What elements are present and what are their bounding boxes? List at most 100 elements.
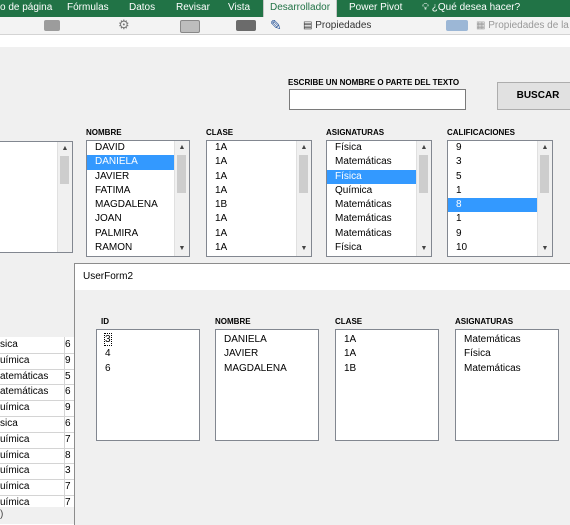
asignaturas-scrollbar[interactable]: ▲ ▼ [416,141,431,256]
list-item[interactable]: DAVID [87,141,174,155]
list-item-selected[interactable]: Física [327,169,416,184]
tab-page-layout[interactable]: o de página [0,0,52,17]
list-item[interactable]: Física [456,347,558,361]
table-row[interactable]: uímica 7 [0,479,74,496]
scroll-down-icon[interactable]: ▼ [175,242,189,256]
partial-list-box[interactable]: ▲ [0,141,73,253]
list-item[interactable]: 1B [207,198,296,212]
scroll-up-icon[interactable]: ▲ [58,142,72,156]
list-item[interactable]: Química [327,184,416,198]
uf-asignaturas-list-box[interactable]: Matemáticas Física Matemáticas [455,329,559,441]
table-row[interactable]: atemáticas 5 [0,368,74,386]
list-item[interactable]: 1A [207,155,296,169]
scroll-thumb[interactable] [540,155,549,193]
grade-cell[interactable]: 9 [65,400,74,416]
list-item[interactable]: Matemáticas [327,227,416,241]
grade-cell[interactable]: 7 [65,432,74,448]
subject-cell[interactable]: uímica [0,352,65,369]
list-item[interactable]: Matemáticas [327,155,416,169]
list-item[interactable]: 5 [448,170,537,184]
list-item-focused[interactable]: 3 [97,333,199,347]
subject-cell[interactable]: uímica [0,479,65,495]
list-item[interactable]: MAGDALENA [87,198,174,212]
clase-scrollbar[interactable]: ▲ ▼ [296,141,311,256]
subject-cell[interactable]: atemáticas [0,384,65,401]
map-properties-button[interactable]: ▦ Propiedades de la a [476,20,570,31]
grade-cell[interactable]: 6 [65,416,74,432]
list-item[interactable]: 1A [207,227,296,241]
grade-cell[interactable]: 7 [65,479,74,495]
list-item[interactable]: 10 [448,241,537,255]
list-item[interactable]: 9 [448,227,537,241]
gear-icon[interactable]: ⚙ [118,17,130,33]
search-input[interactable] [289,89,466,110]
scroll-down-icon[interactable]: ▼ [417,242,431,256]
scroll-up-icon[interactable]: ▲ [297,141,311,155]
list-item[interactable]: Matemáticas [456,333,558,347]
subject-cell[interactable]: uímica [0,400,65,416]
search-button[interactable]: BUSCAR [497,82,570,110]
table-row[interactable]: uímica 3 [0,463,74,481]
asignaturas-list-box[interactable]: Física Matemáticas Física Química Matemá… [326,140,432,257]
scroll-thumb[interactable] [419,155,428,193]
subject-cell[interactable]: atemáticas [0,368,65,385]
list-item[interactable]: JAVIER [87,170,174,184]
list-item[interactable]: FATIMA [87,184,174,198]
list-item[interactable]: 9 [448,141,537,155]
scroll-down-icon[interactable]: ▼ [538,242,552,256]
design-mode-icon[interactable]: ✎ [270,17,282,34]
grade-cell[interactable]: 9 [65,353,74,369]
list-item[interactable]: 1A [336,333,438,347]
list-item[interactable]: RAMON [87,241,174,255]
list-item[interactable]: 1A [207,170,296,184]
list-item[interactable]: 1A [207,184,296,198]
subject-cell[interactable]: sica [0,416,65,432]
list-item[interactable]: MAGDALENA [216,362,318,376]
scroll-down-icon[interactable]: ▼ [297,242,311,256]
list-item[interactable]: 1A [207,212,296,226]
list-item[interactable]: 6 [97,362,199,376]
uf-nombre-list-box[interactable]: DANIELA JAVIER MAGDALENA [215,329,319,441]
subject-cell[interactable]: uímica [0,431,65,448]
view-code-icon[interactable] [180,20,200,33]
list-item-selected[interactable]: 8 [448,198,537,213]
grade-cell[interactable]: 5 [65,369,74,385]
scroll-up-icon[interactable]: ▲ [417,141,431,155]
grade-cell[interactable]: 8 [65,448,74,464]
clase-list-box[interactable]: 1A 1A 1A 1A 1B 1A 1A 1A ▲ ▼ [206,140,312,257]
table-row[interactable]: uímica 8 [0,447,74,465]
scroll-thumb[interactable] [60,156,69,184]
grade-cell[interactable]: 6 [65,384,74,400]
scroll-up-icon[interactable]: ▲ [538,141,552,155]
toolbox-icon[interactable] [236,20,256,31]
list-item[interactable]: 3 [448,155,537,169]
list-item[interactable]: Matemáticas [327,198,416,212]
table-row[interactable]: uímica 7 [0,431,74,449]
list-item[interactable]: 4 [97,347,199,361]
list-item[interactable]: JOAN [87,212,174,226]
scroll-up-icon[interactable]: ▲ [175,141,189,155]
list-item[interactable]: 1 [448,212,537,226]
list-item-selected[interactable]: DANIELA [87,155,174,170]
table-row[interactable]: sica 6 [0,416,74,433]
tab-view[interactable]: Vista [228,0,250,17]
subject-cell[interactable]: sica [0,337,65,353]
properties-button[interactable]: ▤ Propiedades [303,20,371,31]
list-item[interactable]: 1 [448,184,537,198]
tab-developer[interactable]: Desarrollador [263,0,338,17]
partial-list-scrollbar[interactable]: ▲ [57,142,72,252]
calificaciones-list-box[interactable]: 9 3 5 1 8 1 9 10 ▲ ▼ [447,140,553,257]
list-item[interactable]: Física [327,241,416,255]
table-row[interactable]: uímica 9 [0,352,74,370]
list-item[interactable]: 1A [207,241,296,255]
table-row[interactable]: uímica 9 [0,400,74,417]
table-row[interactable]: atemáticas 6 [0,384,74,402]
list-item[interactable]: JAVIER [216,347,318,361]
list-item[interactable]: 1B [336,362,438,376]
uf-id-list-box[interactable]: 3 4 6 [96,329,200,441]
list-item[interactable]: 1A [207,141,296,155]
subject-cell[interactable]: uímica [0,447,65,464]
list-item[interactable]: Matemáticas [456,362,558,376]
grade-cell[interactable]: 6 [65,337,74,353]
list-item[interactable]: Física [327,141,416,155]
